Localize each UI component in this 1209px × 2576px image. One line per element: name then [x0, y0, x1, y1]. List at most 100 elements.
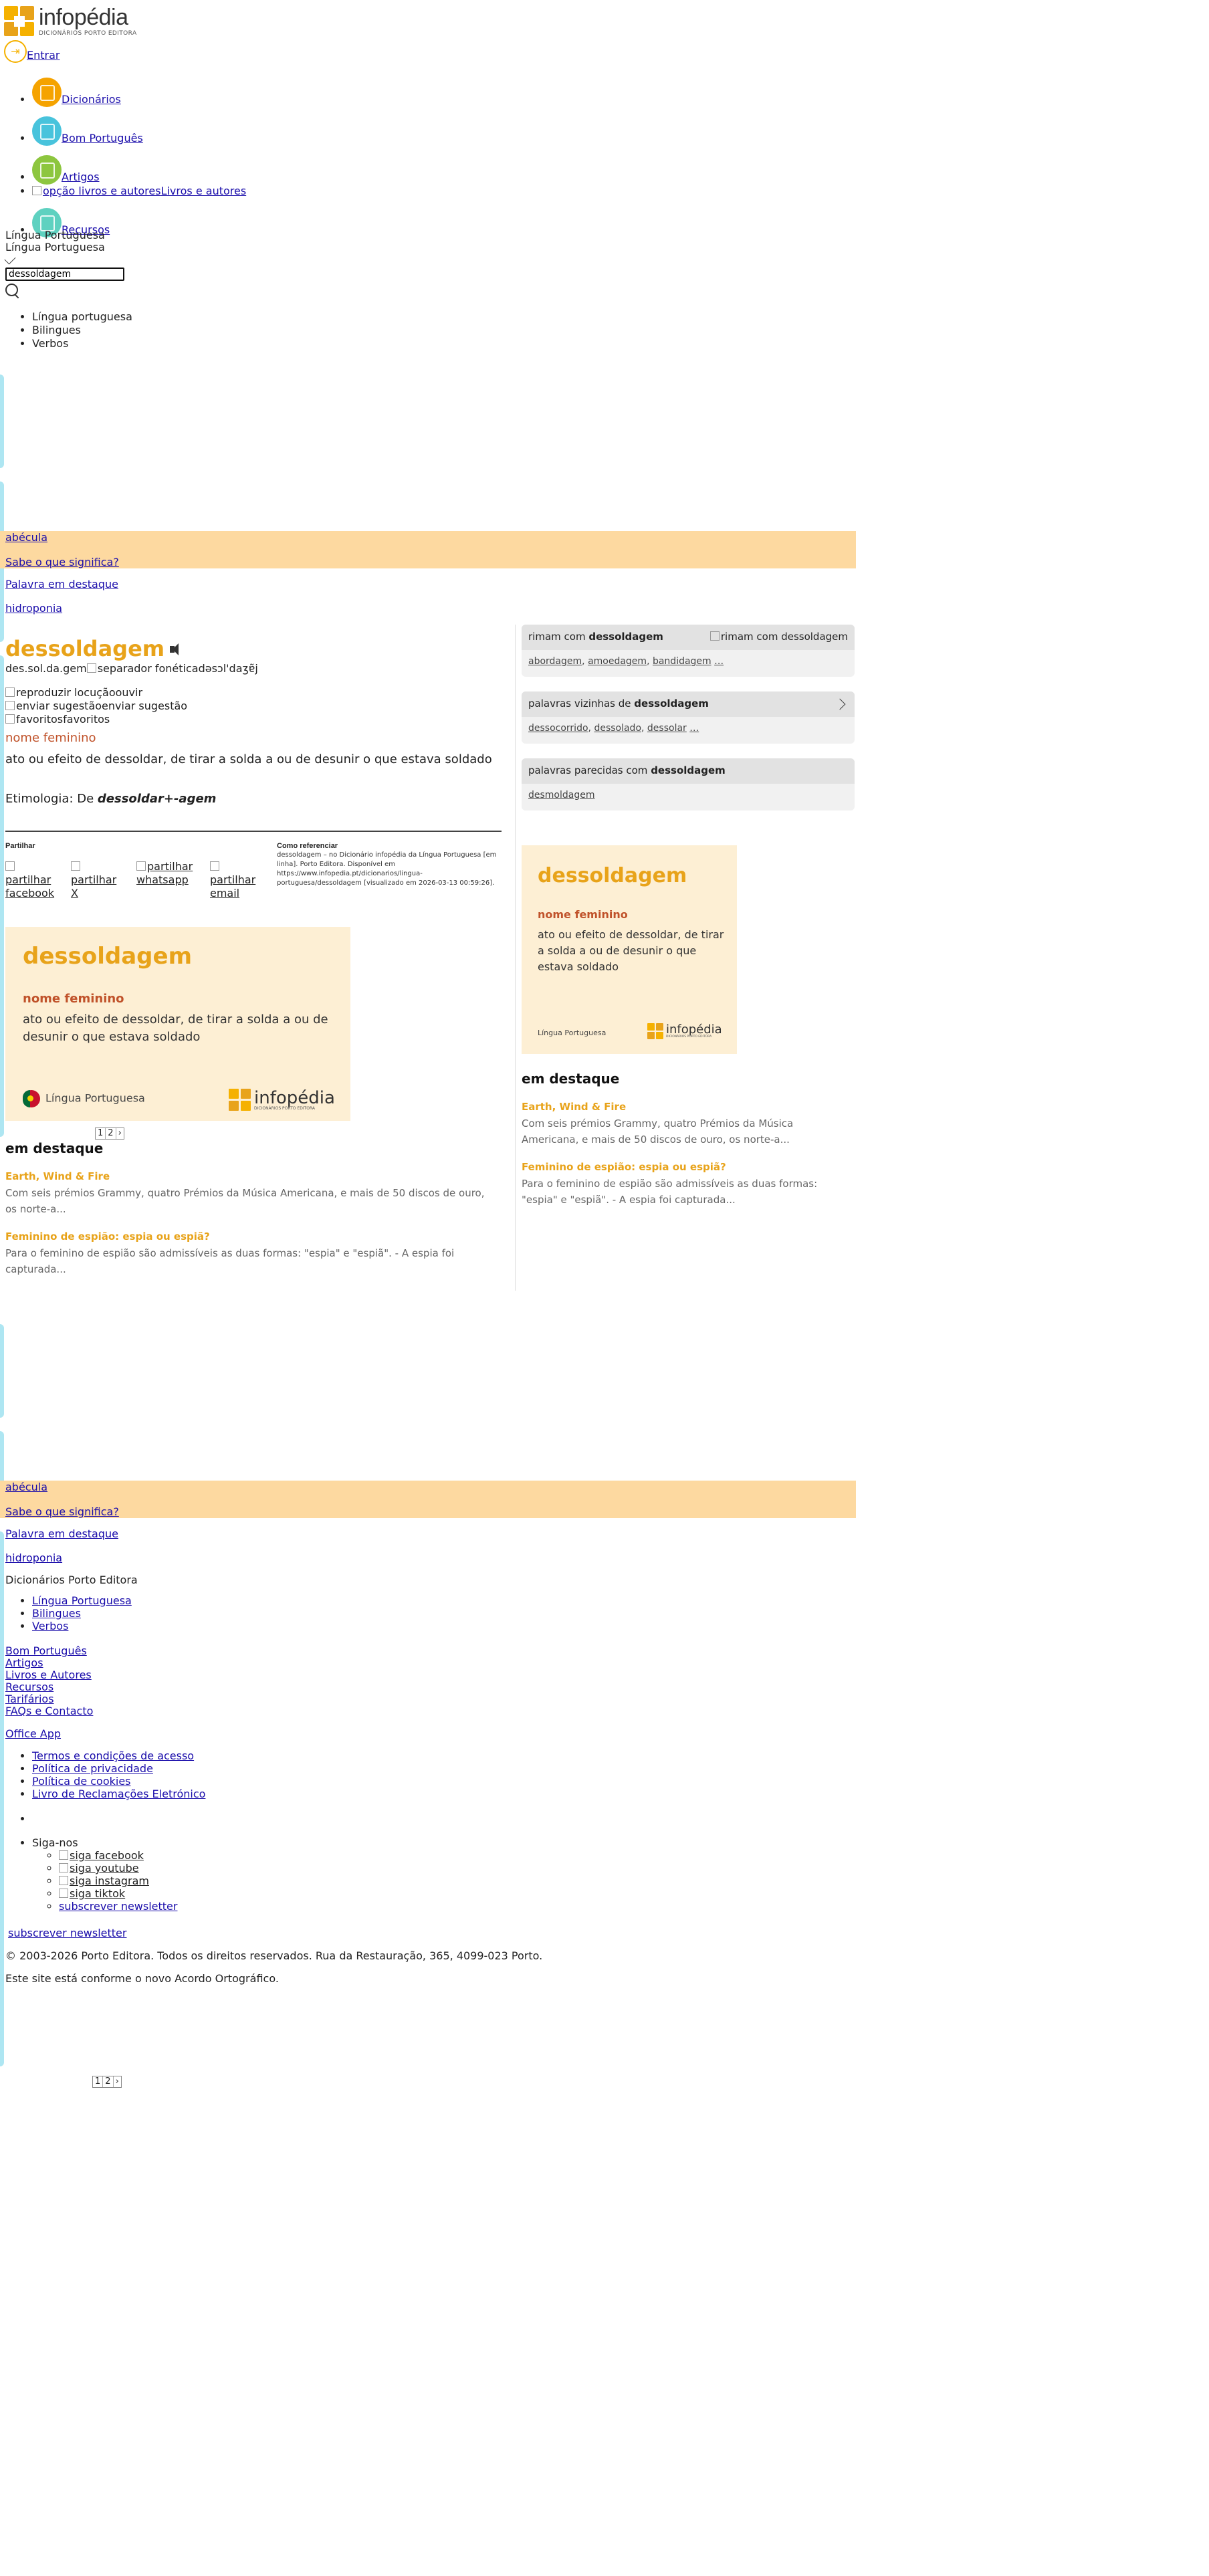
share-email[interactable]: partilhar email [210, 860, 266, 900]
chevron-right-icon[interactable] [834, 698, 846, 710]
footer-title: Dicionários Porto Editora [5, 1574, 138, 1586]
good-portuguese-icon[interactable] [32, 116, 62, 146]
footer-link[interactable]: Bom Português [5, 1645, 93, 1657]
promo-question-link[interactable]: Sabe o que significa? [0, 1505, 856, 1519]
favorites-action[interactable]: favoritosfavoritos [5, 713, 187, 726]
nav-articles[interactable]: Artigos [62, 171, 100, 183]
featured-word-label[interactable]: Palavra em destaque [5, 1527, 118, 1541]
dict-option[interactable]: Língua portuguesa [32, 310, 132, 324]
cite-text: dessoldagem – no Dicionário infopédia da… [277, 851, 497, 887]
promo-word-link[interactable]: abécula [0, 1481, 856, 1495]
nav-good-portuguese[interactable]: Bom Português [62, 132, 143, 144]
login-icon[interactable]: ⇥ [4, 40, 27, 63]
footer-dict-link[interactable]: Verbos [32, 1620, 68, 1632]
share-title: Partilhar [5, 842, 35, 850]
featured-word-link[interactable]: hidroponia [5, 602, 62, 616]
rhymes-title: rimam com dessoldagem [528, 631, 663, 643]
highlights-title-sidebar: em destaque [522, 1071, 620, 1087]
suggest-icon[interactable]: enviar sugestão [5, 700, 102, 712]
listen-action[interactable]: reproduzir locuçãoouvir [5, 686, 187, 700]
promo-question-link[interactable]: Sabe o que significa? [0, 556, 856, 570]
newsletter-link[interactable]: subscrever newsletter [59, 1900, 177, 1913]
highlight-title[interactable]: Earth, Wind & Fire [522, 1101, 626, 1114]
highlight-text: Com seis prémios Grammy, quatro Prémios … [522, 1117, 794, 1146]
chevron-down-icon[interactable] [4, 253, 16, 265]
highlights-title: em destaque [5, 1140, 104, 1156]
dict-option[interactable]: Verbos [32, 337, 132, 350]
carousel-pager[interactable]: 1 2 › [95, 1128, 124, 1140]
orthographic-note: Este site está conforme o novo Acordo Or… [5, 1972, 279, 1985]
column-divider [515, 625, 516, 1291]
dictionaries-icon[interactable] [32, 78, 62, 107]
card-definition: ato ou efeito de dessoldar, de tirar a s… [23, 1012, 328, 1044]
card-logo: infopédia DICIONÁRIOS PORTO EDITORA [229, 1089, 335, 1111]
share-whatsapp[interactable]: partilhar whatsapp [136, 860, 201, 900]
legal-link[interactable]: Termos e condições de acesso [32, 1749, 194, 1762]
definition-card: dessoldagem nome feminino ato ou efeito … [5, 927, 350, 1121]
highlight-title[interactable]: Earth, Wind & Fire [5, 1170, 110, 1184]
word-promo-banner: abécula Sabe o que significa? [0, 1481, 856, 1518]
highlight-text: Para o feminino de espião são admissívei… [5, 1247, 455, 1275]
word-promo-banner: abécula Sabe o que significa? [0, 531, 856, 568]
speaker-icon[interactable] [169, 642, 185, 657]
favorites-icon[interactable]: favoritos [5, 713, 63, 726]
similar-link[interactable]: desmoldagem [528, 790, 595, 800]
neighbors-more[interactable]: … [689, 723, 699, 734]
suggest-action[interactable]: enviar sugestãoenviar sugestão [5, 700, 187, 713]
search-input[interactable] [5, 267, 124, 281]
featured-word-label[interactable]: Palavra em destaque [5, 578, 118, 592]
legal-link[interactable]: Política de cookies [32, 1775, 131, 1788]
rhyme-link[interactable]: abordagem [528, 656, 582, 667]
share-x[interactable]: partilhar X [71, 860, 127, 900]
nav-books-authors[interactable]: Livros e autores [161, 185, 247, 197]
footer-link[interactable]: Artigos [5, 1657, 93, 1669]
neighbor-link[interactable]: dessolado [594, 723, 641, 734]
facebook-icon[interactable]: siga facebook [59, 1849, 144, 1862]
newsletter-link-2[interactable]: subscrever newsletter [8, 1927, 126, 1939]
youtube-icon[interactable]: siga youtube [59, 1862, 139, 1874]
rhymes-more[interactable]: … [714, 656, 724, 667]
share-facebook[interactable]: partilhar facebook [5, 860, 62, 900]
footer-link[interactable]: Livros e Autores [5, 1669, 93, 1681]
articles-icon[interactable] [32, 155, 62, 185]
empty-item [32, 1812, 35, 1826]
highlight-title[interactable]: Feminino de espião: espia ou espiã? [5, 1230, 210, 1244]
divider [5, 831, 502, 832]
entry-headword: dessoldagem [5, 635, 185, 663]
promo-word-link[interactable]: abécula [0, 531, 856, 545]
logo-tagline: DICIONÁRIOS PORTO EDITORA [39, 30, 137, 37]
similar-title: palavras parecidas com dessoldagem [528, 764, 726, 777]
login-link[interactable]: Entrar [27, 49, 60, 63]
phonetic: dəsɔl'daʒɐ̃j [198, 662, 258, 675]
footer-link[interactable]: Tarifários [5, 1693, 93, 1705]
neighbor-link[interactable]: dessolar [647, 723, 687, 734]
instagram-icon[interactable]: siga instagram [59, 1874, 149, 1887]
highlight-title[interactable]: Feminino de espião: espia ou espiã? [522, 1161, 726, 1174]
site-logo[interactable]: infopédia DICIONÁRIOS PORTO EDITORA [4, 4, 137, 39]
featured-word-link[interactable]: hidroponia [5, 1551, 62, 1566]
entry-actions: reproduzir locuçãoouvir enviar sugestãoe… [5, 686, 187, 726]
carousel-pager[interactable]: 1 2 › [92, 2076, 122, 2088]
rhyme-link[interactable]: bandidagem [653, 656, 711, 667]
footer-legal: Termos e condições de acesso Política de… [0, 1749, 205, 1800]
books-authors-icon[interactable]: opção livros e autores [32, 185, 161, 197]
similar-box: palavras parecidas com dessoldagem desmo… [522, 758, 855, 811]
footer-dict-link[interactable]: Bilingues [32, 1607, 81, 1620]
legal-link[interactable]: Livro de Reclamações Eletrónico [32, 1788, 205, 1800]
etymology: Etimologia: De dessoldar+-agem [5, 792, 217, 806]
search-icon[interactable] [5, 284, 20, 298]
tiktok-icon[interactable]: siga tiktok [59, 1887, 125, 1900]
neighbor-link[interactable]: dessocorrido [528, 723, 588, 734]
follow-label: Siga-nos [32, 1836, 78, 1849]
card-language: Língua Portuguesa [23, 1090, 145, 1107]
play-icon[interactable]: reproduzir locução [5, 686, 116, 699]
rhyme-link[interactable]: amoedagem [588, 656, 647, 667]
office-app-link[interactable]: Office App [5, 1728, 61, 1740]
legal-link[interactable]: Política de privacidade [32, 1762, 153, 1775]
footer-link[interactable]: FAQs e Contacto [5, 1705, 93, 1717]
dictionary-selected-label: Língua Portuguesa [5, 241, 105, 253]
nav-dictionaries[interactable]: Dicionários [62, 93, 121, 106]
footer-dict-link[interactable]: Língua Portuguesa [32, 1594, 132, 1607]
dict-option[interactable]: Bilingues [32, 324, 132, 337]
footer-link[interactable]: Recursos [5, 1681, 93, 1693]
